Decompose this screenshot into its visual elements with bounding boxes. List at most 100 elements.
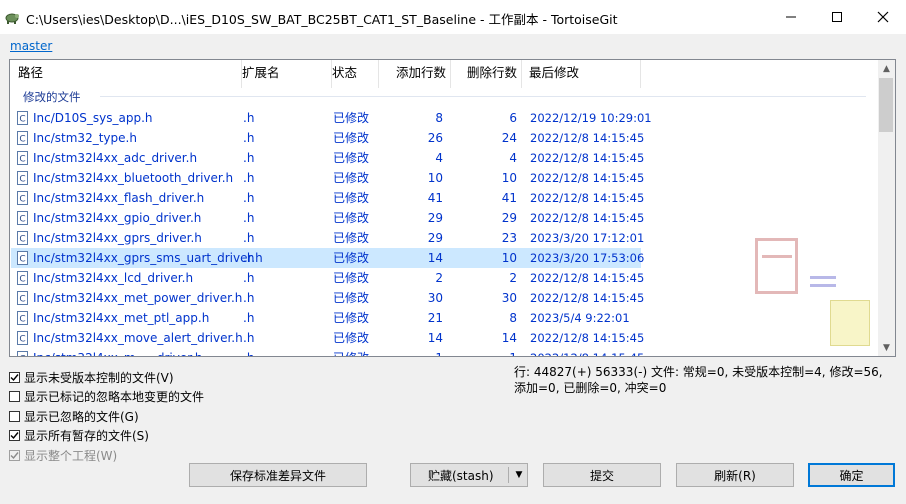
title-bar: C:\Users\ies\Desktop\D...\iES_D10S_SW_BA… (0, 0, 906, 34)
stash-split-button[interactable]: 贮藏(stash) ▼ (410, 463, 528, 487)
scroll-up-arrow-icon[interactable]: ▲ (878, 60, 895, 77)
c-header-file-icon: C (17, 151, 28, 165)
minimize-button[interactable] (768, 0, 814, 34)
lines-added: 2 (435, 271, 443, 285)
lines-added: 29 (427, 211, 443, 225)
table-row[interactable]: C Inc/stm32l4xx_lcd_driver.h .h 已修改 2 2 2022/1… (11, 268, 644, 288)
last-modified: 2022/12/8 14:15:45 (530, 191, 645, 205)
option-checkbox[interactable]: 显示已忽略的文件(G) (9, 408, 139, 424)
scroll-thumb[interactable] (879, 78, 893, 132)
branch-link[interactable]: master (10, 39, 52, 53)
checkbox-label: 显示已忽略的文件(G) (24, 409, 139, 424)
minimize-icon (786, 16, 796, 18)
file-extension: .h (243, 171, 255, 185)
lines-added: 21 (427, 311, 443, 325)
column-header-added[interactable]: 添加行数 (379, 60, 451, 88)
refresh-button[interactable]: 刷新(R) (676, 463, 794, 487)
table-row[interactable]: C Inc/stm32l4xx_bluetooth_driver.h .h 已修改 10… (11, 168, 645, 188)
lines-added: 30 (427, 291, 443, 305)
table-row[interactable]: C Inc/stm32l4xx_met_power_driver.h .h 已修改 30… (11, 288, 645, 308)
column-header-status[interactable]: 状态 (332, 60, 379, 88)
svg-text:C: C (19, 295, 25, 305)
file-path: Inc/stm32l4xx_met_power_driver.h (33, 291, 243, 305)
last-modified: 2022/12/19 10:29:01 (530, 111, 652, 125)
file-status: 已修改 (333, 111, 370, 125)
table-row[interactable]: C Inc/stm32l4xx_flash_driver.h .h 已修改 41 41 20… (11, 188, 645, 208)
group-divider (100, 96, 866, 97)
lines-added: 1 (379, 348, 443, 356)
overlay-decoration-box (755, 238, 798, 294)
close-button[interactable] (860, 0, 906, 34)
checkbox-box[interactable] (9, 391, 20, 402)
column-header-path[interactable]: 路径 (18, 60, 242, 88)
save-diff-button[interactable]: 保存标准差异文件 (189, 463, 367, 487)
chevron-down-icon[interactable]: ▼ (511, 464, 527, 486)
c-header-file-icon: C (17, 111, 28, 125)
checkbox-box[interactable] (9, 430, 20, 441)
vertical-scrollbar[interactable]: ▲ ▼ (878, 60, 895, 356)
lines-deleted: 23 (501, 231, 517, 245)
file-path: Inc/stm32_type.h (33, 131, 137, 145)
last-modified: 2022/12/8 14:15:45 (530, 331, 645, 345)
ok-button[interactable]: 确定 (808, 463, 895, 487)
lines-added: 26 (427, 131, 443, 145)
c-header-file-icon: C (17, 191, 28, 205)
last-modified: 2023/3/20 17:12:01 (530, 231, 645, 245)
checkbox-label: 显示整个工程(W) (24, 448, 118, 463)
lines-deleted: 1 (451, 348, 517, 356)
column-header-ext[interactable]: 扩展名 (242, 60, 332, 88)
c-header-file-icon: C (17, 331, 28, 345)
svg-text:C: C (19, 275, 25, 285)
lines-deleted: 30 (501, 291, 517, 305)
table-row[interactable]: C Inc/stm32l4xx_gpio_driver.h .h 已修改 29 29 202… (11, 208, 644, 228)
table-row[interactable]: C Inc/stm32l4xx_gprs_sms_uart_driver.h .h 已… (11, 248, 645, 268)
table-row[interactable]: C Inc/stm32l4xx_m...._driver.h .h 已修改 11 2022… (11, 348, 644, 358)
file-extension: .h (243, 231, 255, 245)
file-extension: .h (243, 348, 254, 356)
last-modified: 2023/3/20 17:53:06 (530, 251, 645, 265)
column-header-deleted[interactable]: 删除行数 (451, 60, 522, 88)
column-header-modified[interactable]: 最后修改 (529, 60, 641, 88)
commit-button[interactable]: 提交 (543, 463, 661, 487)
checkbox-box[interactable] (9, 410, 20, 422)
c-header-file-icon: C (17, 351, 28, 358)
option-checkbox[interactable]: 显示已标记的忽略本地变更的文件 (9, 389, 204, 405)
table-row[interactable]: C Inc/stm32_type.h .h 已修改 26 24 2022/12/8 14:1… (11, 128, 645, 148)
table-row[interactable]: C Inc/stm32l4xx_move_alert_driver.h .h 已修改 1… (11, 328, 645, 348)
svg-text:C: C (19, 355, 25, 358)
lines-added: 41 (427, 191, 443, 205)
table-row[interactable]: C Inc/stm32l4xx_gprs_driver.h .h 已修改 29 23 202… (11, 228, 645, 248)
last-modified: 2022/12/8 14:15:45 (530, 171, 645, 185)
file-status: 已修改 (333, 251, 370, 265)
file-extension: .h (243, 291, 255, 305)
last-modified: 2022/12/8 14:15:45 (530, 131, 645, 145)
list-header: 路径 扩展名 状态 添加行数 删除行数 最后修改 (10, 60, 880, 88)
table-row[interactable]: C Inc/D10S_sys_app.h .h 已修改 8 6 2022/12/19 10:… (11, 108, 652, 128)
file-extension: .h (243, 271, 255, 285)
file-status: 已修改 (333, 151, 370, 165)
c-header-file-icon: C (17, 251, 28, 265)
option-checkbox[interactable]: 显示所有暂存的文件(S) (9, 428, 149, 444)
table-row[interactable]: C Inc/stm32l4xx_met_ptl_app.h .h 已修改 21 8 2023… (11, 308, 641, 328)
table-row[interactable]: C Inc/stm32l4xx_adc_driver.h .h 已修改 4 4 2022/1… (11, 148, 645, 168)
option-checkbox[interactable]: 显示未受版本控制的文件(V) (9, 369, 174, 385)
file-status: 已修改 (333, 331, 370, 345)
file-path: Inc/stm32l4xx_flash_driver.h (33, 191, 205, 205)
svg-text:C: C (19, 215, 25, 225)
last-modified: 2022/12/8 14:15:45 (530, 151, 645, 165)
file-path: Inc/stm32l4xx_move_alert_driver.h (33, 331, 243, 345)
file-list[interactable]: 路径 扩展名 状态 添加行数 删除行数 最后修改 修改的文件 C Inc/D10S… (9, 59, 896, 357)
scroll-down-arrow-icon[interactable]: ▼ (878, 339, 895, 356)
option-checkbox: 显示整个工程(W) (9, 447, 117, 463)
file-path: Inc/D10S_sys_app.h (33, 111, 153, 125)
stash-button-label: 贮藏(stash) (428, 468, 494, 483)
window-title: C:\Users\ies\Desktop\D...\iES_D10S_SW_BA… (26, 12, 618, 27)
lines-deleted: 8 (509, 311, 517, 325)
c-header-file-icon: C (17, 171, 28, 185)
lines-deleted: 6 (509, 111, 517, 125)
file-status: 已修改 (333, 348, 369, 356)
last-modified: 2022/12/8 14:15:45 (530, 291, 645, 305)
checkbox-box[interactable] (9, 371, 20, 383)
file-extension: .h (243, 151, 255, 165)
maximize-button[interactable] (814, 0, 860, 34)
